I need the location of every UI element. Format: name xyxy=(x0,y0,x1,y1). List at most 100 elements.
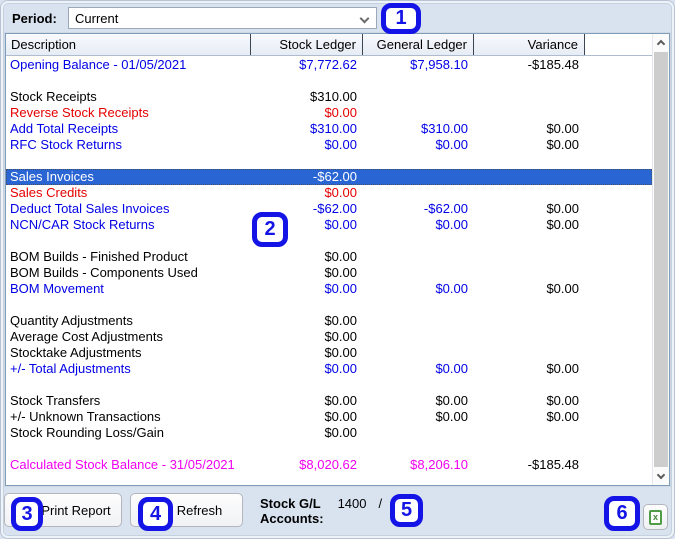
stock-gl-accounts-label: Stock G/L Accounts: xyxy=(260,496,324,526)
table-row[interactable]: Stock Receipts $310.00 xyxy=(6,89,652,105)
callout-6: 6 xyxy=(604,496,640,531)
row-general-ledger xyxy=(363,169,474,185)
table-row[interactable]: Reverse Stock Receipts $0.00 xyxy=(6,105,652,121)
column-header-general-ledger[interactable]: General Ledger xyxy=(363,34,474,55)
row-description: BOM Builds - Components Used xyxy=(10,265,198,280)
row-stock-ledger: $0.00 xyxy=(324,265,357,280)
row-variance xyxy=(474,265,585,281)
scrollbar-thumb[interactable] xyxy=(654,52,668,467)
table-row[interactable]: BOM Movement $0.00 $0.00 $0.00 xyxy=(6,281,652,297)
callout-5: 5 xyxy=(390,494,423,527)
table-row[interactable]: Average Cost Adjustments $0.00 xyxy=(6,329,652,345)
chevron-up-icon xyxy=(656,39,666,49)
row-description: Average Cost Adjustments xyxy=(10,329,163,344)
table-row[interactable]: BOM Builds - Components Used $0.00 xyxy=(6,265,652,281)
row-description: +/- Total Adjustments xyxy=(10,361,131,376)
row-stock-ledger: $0.00 xyxy=(324,249,357,264)
row-stock-ledger: $0.00 xyxy=(324,425,357,440)
column-header-description[interactable]: Description xyxy=(6,34,251,55)
column-header-stock-ledger[interactable]: Stock Ledger xyxy=(251,34,363,55)
row-description: Calculated Stock Balance - 31/05/2021 xyxy=(10,457,235,472)
row-variance: $0.00 xyxy=(546,201,579,216)
row-stock-ledger: $310.00 xyxy=(310,89,357,104)
row-general-ledger: $310.00 xyxy=(421,121,468,136)
row-variance: $0.00 xyxy=(546,409,579,424)
table-row[interactable]: +/- Unknown Transactions $0.00 $0.00 $0.00 xyxy=(6,409,652,425)
row-general-ledger xyxy=(363,345,474,361)
row-stock-ledger: $0.00 xyxy=(324,105,357,120)
callout-2: 2 xyxy=(252,212,288,247)
row-general-ledger xyxy=(363,105,474,121)
scrollbar[interactable] xyxy=(652,34,669,485)
row-variance: $0.00 xyxy=(546,361,579,376)
table-row[interactable]: +/- Total Adjustments $0.00 $0.00 $0.00 xyxy=(6,361,652,377)
table-row[interactable]: Stocktake Adjustments $0.00 xyxy=(6,345,652,361)
row-stock-ledger: $0.00 xyxy=(324,281,357,296)
callout-1: 1 xyxy=(381,3,421,34)
row-variance: -$185.48 xyxy=(527,57,579,72)
table-row[interactable] xyxy=(6,73,652,89)
row-variance xyxy=(474,329,585,345)
table-row[interactable] xyxy=(6,377,652,393)
row-stock-ledger: $0.00 xyxy=(324,393,357,408)
row-general-ledger xyxy=(363,265,474,281)
row-stock-ledger: $0.00 xyxy=(324,329,357,344)
scroll-down-button[interactable] xyxy=(653,468,669,485)
table-row[interactable]: NCN/CAR Stock Returns $0.00 $0.00 $0.00 xyxy=(6,217,652,233)
row-general-ledger xyxy=(363,249,474,265)
row-general-ledger: $0.00 xyxy=(435,217,468,232)
table-row[interactable]: Stock Transfers $0.00 $0.00 $0.00 xyxy=(6,393,652,409)
period-selected-value: Current xyxy=(75,10,119,26)
row-description: Sales Credits xyxy=(10,185,88,200)
row-variance: $0.00 xyxy=(546,281,579,296)
row-general-ledger: $0.00 xyxy=(435,137,468,152)
row-stock-ledger: $0.00 xyxy=(324,409,357,424)
row-description: +/- Unknown Transactions xyxy=(10,409,161,424)
stock-gl-accounts-separator: / xyxy=(378,496,383,511)
column-header-variance[interactable]: Variance xyxy=(474,34,585,55)
table-row[interactable]: Quantity Adjustments $0.00 xyxy=(6,313,652,329)
table-row[interactable]: BOM Builds - Finished Product $0.00 xyxy=(6,249,652,265)
row-description: Opening Balance - 01/05/2021 xyxy=(10,57,187,72)
table-row[interactable] xyxy=(6,233,652,249)
stock-gl-accounts-value: 1400 xyxy=(337,496,367,511)
row-variance xyxy=(474,185,585,201)
table-row[interactable]: Deduct Total Sales Invoices -$62.00 -$62.0… xyxy=(6,201,652,217)
table-row[interactable]: Stock Rounding Loss/Gain $0.00 xyxy=(6,425,652,441)
row-description: RFC Stock Returns xyxy=(10,137,122,152)
table-row[interactable]: Calculated Stock Balance - 31/05/2021 $8,… xyxy=(6,457,652,473)
row-general-ledger xyxy=(363,329,474,345)
row-general-ledger: $0.00 xyxy=(435,361,468,376)
row-variance xyxy=(474,169,585,185)
row-variance xyxy=(474,249,585,265)
stock-gl-accounts: Stock G/L Accounts: 1400 / xyxy=(260,496,382,526)
table-header: Description Stock Ledger General Ledger … xyxy=(6,34,652,56)
table-row[interactable]: Opening Balance - 01/05/2021 $7,772.62 $7,… xyxy=(6,57,652,73)
row-stock-ledger: $8,020.62 xyxy=(299,457,357,472)
row-general-ledger: -$62.00 xyxy=(423,201,468,216)
row-variance: $0.00 xyxy=(546,217,579,232)
period-label: Period: xyxy=(12,11,57,26)
row-variance xyxy=(474,313,585,329)
row-variance: $0.00 xyxy=(546,121,579,136)
table-row[interactable]: Sales Invoices -$62.00 xyxy=(6,169,652,185)
scroll-up-button[interactable] xyxy=(653,34,669,51)
row-description: Sales Invoices xyxy=(10,169,94,184)
row-general-ledger: $0.00 xyxy=(435,409,468,424)
table-row[interactable]: Sales Credits $0.00 xyxy=(6,185,652,201)
row-general-ledger xyxy=(363,313,474,329)
period-select[interactable]: Current xyxy=(68,7,377,29)
table-row[interactable] xyxy=(6,297,652,313)
row-description: Stocktake Adjustments xyxy=(10,345,142,360)
callout-3: 3 xyxy=(11,497,43,531)
row-description: Stock Transfers xyxy=(10,393,101,408)
table-row[interactable]: Add Total Receipts $310.00 $310.00 $0.00 xyxy=(6,121,652,137)
export-excel-button[interactable]: x xyxy=(643,504,668,530)
table-row[interactable] xyxy=(6,441,652,457)
table-row[interactable] xyxy=(6,153,652,169)
row-description: BOM Builds - Finished Product xyxy=(10,249,188,264)
row-description: BOM Movement xyxy=(10,281,104,296)
table-row[interactable]: RFC Stock Returns $0.00 $0.00 $0.00 xyxy=(6,137,652,153)
row-variance xyxy=(474,105,585,121)
row-general-ledger: $7,958.10 xyxy=(410,57,468,72)
